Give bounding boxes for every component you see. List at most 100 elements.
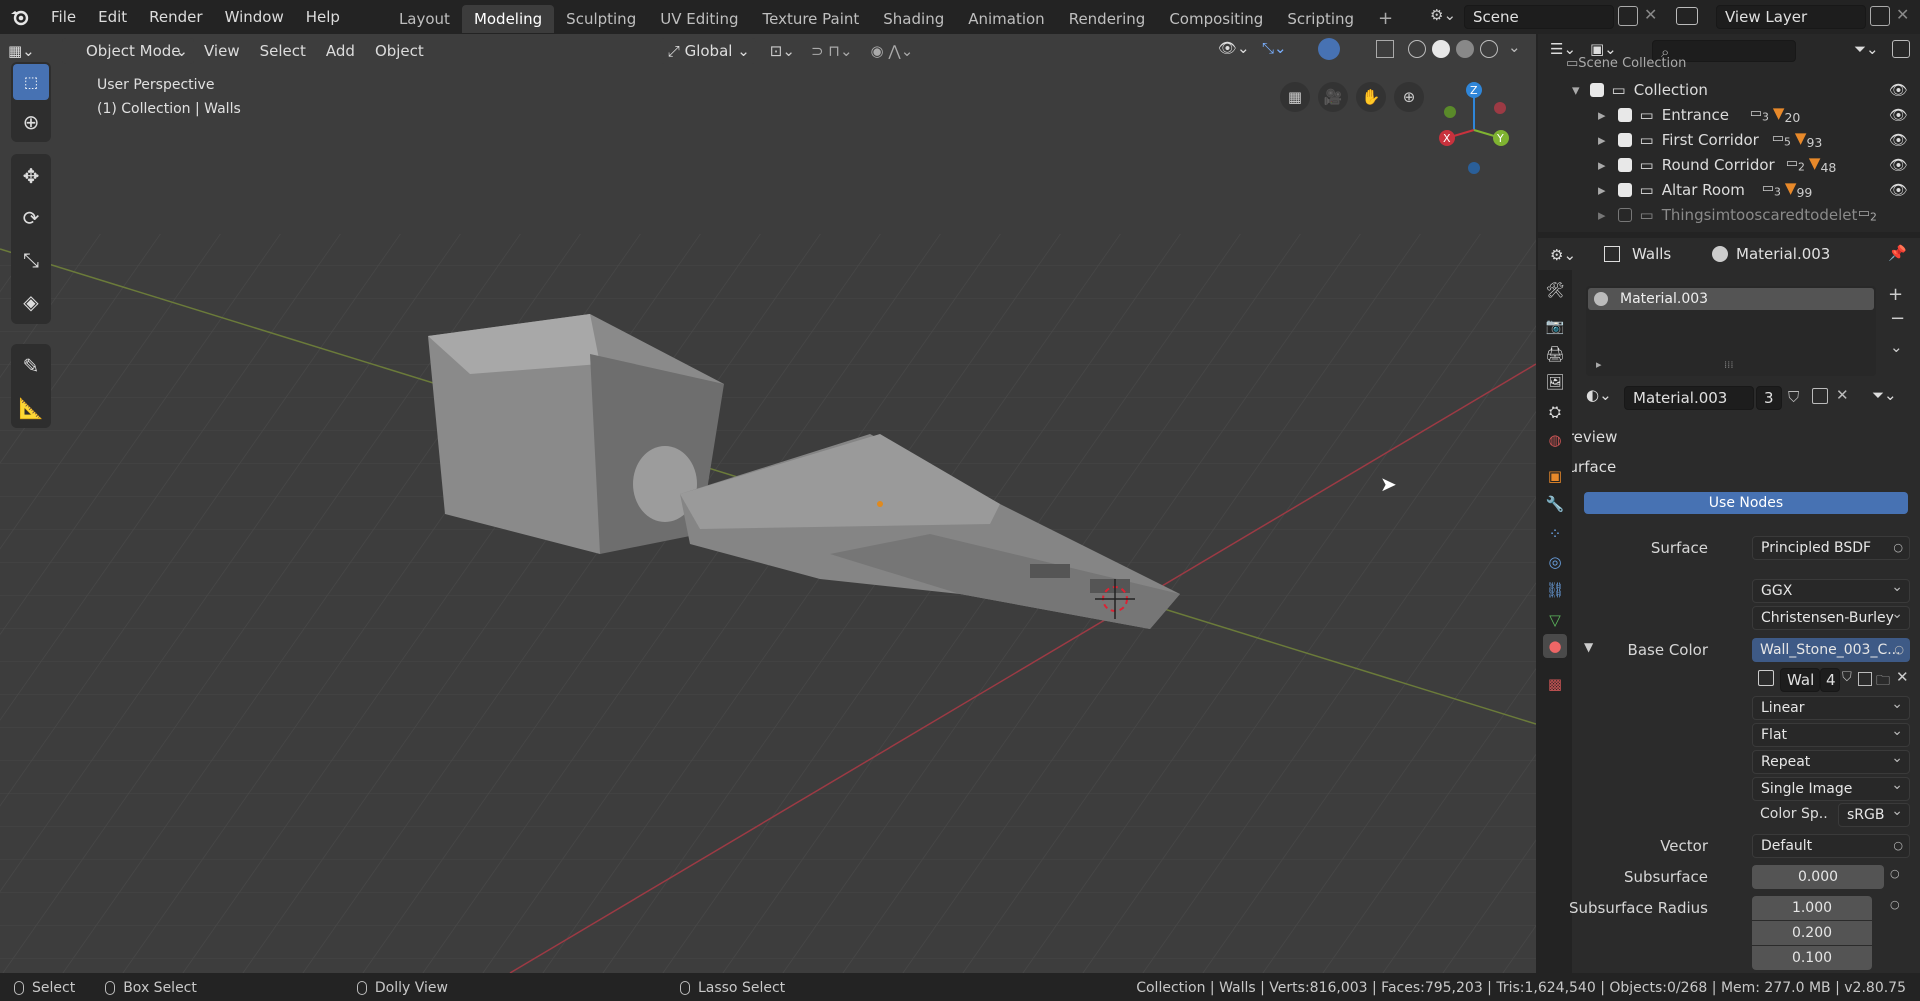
3d-viewport[interactable]: ▦⌄ Object Mode ⌄ View Select Add Object ⤢… [0, 34, 1536, 973]
eye-icon[interactable]: 👁 [1889, 156, 1908, 174]
cursor-tool-icon[interactable]: ⊕ [13, 104, 49, 140]
measure-tool-icon[interactable]: 📐 [13, 390, 49, 426]
image-browse-icon[interactable] [1758, 670, 1774, 686]
menu-view[interactable]: View [194, 34, 250, 68]
expand-arrow-icon[interactable]: ▸ [1598, 156, 1606, 174]
subsurface-radius-z[interactable]: 0.100 [1752, 946, 1872, 970]
menu-file[interactable]: File [40, 0, 87, 34]
properties-editor-type-icon[interactable]: ⚙⌄ [1550, 246, 1576, 264]
object-tab-icon[interactable]: ▣ [1543, 464, 1567, 488]
material-browse-icon[interactable]: ◐⌄ [1586, 386, 1612, 404]
outliner-row-entrance[interactable]: ▸ ▭ Entrance ▭3 ▼20 👁 [1538, 102, 1920, 127]
particles-tab-icon[interactable]: ⁘ [1543, 522, 1567, 546]
tab-shading[interactable]: Shading [871, 5, 956, 33]
tab-layout[interactable]: Layout [387, 5, 462, 33]
menu-help[interactable]: Help [295, 0, 351, 34]
world-tab-icon[interactable]: ◍ [1543, 428, 1567, 452]
eye-icon[interactable]: 👁 [1889, 106, 1908, 124]
tab-rendering[interactable]: Rendering [1057, 5, 1158, 33]
unlink-image-icon[interactable]: ✕ [1896, 668, 1909, 686]
pivot-icon[interactable]: ⊡⌄ [770, 42, 795, 60]
link-type-icon[interactable]: ⏷⌄ [1872, 386, 1897, 404]
render-tab-icon[interactable]: 📷 [1543, 314, 1567, 338]
menu-window[interactable]: Window [214, 0, 295, 34]
material-users-count[interactable]: 3 [1756, 386, 1782, 410]
new-scene-icon[interactable] [1618, 6, 1638, 26]
image-name-field[interactable]: Wal [1780, 668, 1820, 692]
tab-compositing[interactable]: Compositing [1157, 5, 1275, 33]
add-workspace-button[interactable]: + [1366, 5, 1405, 33]
pin-icon[interactable]: 📌 [1888, 244, 1907, 262]
material-name-field[interactable]: Material.003 [1624, 386, 1754, 410]
camera-view-icon[interactable]: 🎥 [1318, 82, 1348, 112]
base-color-field[interactable]: Wall_Stone_003_C... [1752, 638, 1910, 662]
xray-icon[interactable] [1376, 40, 1394, 58]
slot-specials-icon[interactable]: ⌄ [1890, 338, 1903, 356]
checkbox[interactable] [1617, 207, 1632, 222]
eye-icon[interactable]: 👁 [1889, 131, 1908, 149]
resize-handle-icon[interactable]: ⁞⁞⁞ [1724, 360, 1734, 371]
source-select[interactable]: Single Image [1752, 777, 1910, 801]
toggle-camera-icon[interactable]: ▦ [1280, 82, 1310, 112]
socket-icon[interactable]: ○ [1890, 898, 1900, 911]
checkbox[interactable] [1617, 182, 1632, 197]
scene-field[interactable]: Scene [1464, 5, 1614, 29]
eye-icon[interactable]: 👁 [1889, 181, 1908, 199]
annotate-tool-icon[interactable]: ✎ [13, 348, 49, 384]
material-slot-item[interactable]: Material.003 [1588, 288, 1874, 310]
tab-animation[interactable]: Animation [956, 5, 1056, 33]
tab-sculpting[interactable]: Sculpting [554, 5, 648, 33]
transform-tool-icon[interactable]: ◈ [13, 284, 49, 320]
tab-modeling[interactable]: Modeling [461, 4, 555, 33]
delete-scene-icon[interactable]: ✕ [1644, 5, 1657, 24]
remove-slot-button[interactable]: − [1890, 308, 1905, 329]
expand-arrow-icon[interactable]: ▸ [1598, 206, 1606, 224]
select-box-tool-icon[interactable]: ⬚ [13, 64, 49, 100]
outliner-row-round-corridor[interactable]: ▸ ▭ Round Corridor ▭2 ▼48 👁 [1538, 152, 1920, 177]
overlay-toggle-icon[interactable] [1318, 38, 1340, 60]
duplicate-image-icon[interactable] [1858, 672, 1872, 686]
socket-icon[interactable]: ○ [1890, 867, 1900, 880]
menu-object[interactable]: Object [365, 34, 434, 68]
add-slot-button[interactable]: + [1888, 284, 1903, 305]
mode-select[interactable]: Object Mode ⌄ [62, 38, 194, 64]
subsurface-radius-x[interactable]: 1.000 [1752, 896, 1872, 920]
shading-options-icon[interactable]: ⌄ [1508, 38, 1521, 56]
transform-orientation-select[interactable]: ⤢ Global ⌄ [659, 38, 756, 64]
move-tool-icon[interactable]: ✥ [13, 158, 49, 194]
view-layer-field[interactable]: View Layer [1716, 5, 1866, 29]
output-tab-icon[interactable]: 🖨 [1543, 342, 1567, 366]
open-folder-icon[interactable]: 🗀 [1876, 670, 1890, 694]
menu-render[interactable]: Render [138, 0, 213, 34]
shading-material-icon[interactable] [1456, 40, 1474, 58]
duplicate-material-icon[interactable] [1812, 388, 1828, 404]
tab-uv-editing[interactable]: UV Editing [648, 5, 750, 33]
checkbox[interactable] [1589, 82, 1604, 97]
surface-panel-header[interactable]: ▾ Surface [1550, 458, 1910, 476]
blender-logo-icon[interactable] [0, 0, 40, 34]
material-tab-icon[interactable]: ● [1543, 634, 1567, 658]
subsurface-method-select[interactable]: Christensen-Burley [1752, 606, 1910, 630]
view-layer-tab-icon[interactable]: 🖼 [1543, 370, 1567, 394]
outliner-row-collection[interactable]: ▾ ▭ Collection 👁 [1538, 77, 1920, 102]
expand-arrow-icon[interactable]: ▼ [1584, 640, 1593, 654]
checkbox[interactable] [1617, 157, 1632, 172]
shading-solid-icon[interactable] [1432, 40, 1450, 58]
zoom-icon[interactable]: ⊕ [1394, 82, 1424, 112]
fake-user-icon[interactable]: ⛉ [1842, 670, 1852, 685]
scene-tab-icon[interactable]: ⛭ [1543, 400, 1567, 424]
visibility-icon[interactable]: 👁⌄ [1218, 39, 1250, 57]
subsurface-value-field[interactable]: 0.000 [1752, 865, 1884, 889]
physics-tab-icon[interactable]: ◎ [1543, 550, 1567, 574]
checkbox[interactable] [1617, 132, 1632, 147]
view-layer-icon[interactable] [1676, 7, 1698, 25]
vector-field[interactable]: Default [1752, 834, 1910, 858]
navigation-gizmo[interactable]: Z X Y [1434, 80, 1514, 180]
tab-scripting[interactable]: Scripting [1275, 5, 1366, 33]
extension-select[interactable]: Repeat [1752, 750, 1910, 774]
proportional-edit-icon[interactable]: ◉ ⋀⌄ [871, 42, 914, 60]
expand-arrow-icon[interactable]: ▸ [1596, 358, 1602, 371]
expand-arrow-icon[interactable]: ▸ [1598, 106, 1606, 124]
rotate-tool-icon[interactable]: ⟳ [13, 200, 49, 236]
expand-arrow-icon[interactable]: ▾ [1572, 81, 1580, 99]
